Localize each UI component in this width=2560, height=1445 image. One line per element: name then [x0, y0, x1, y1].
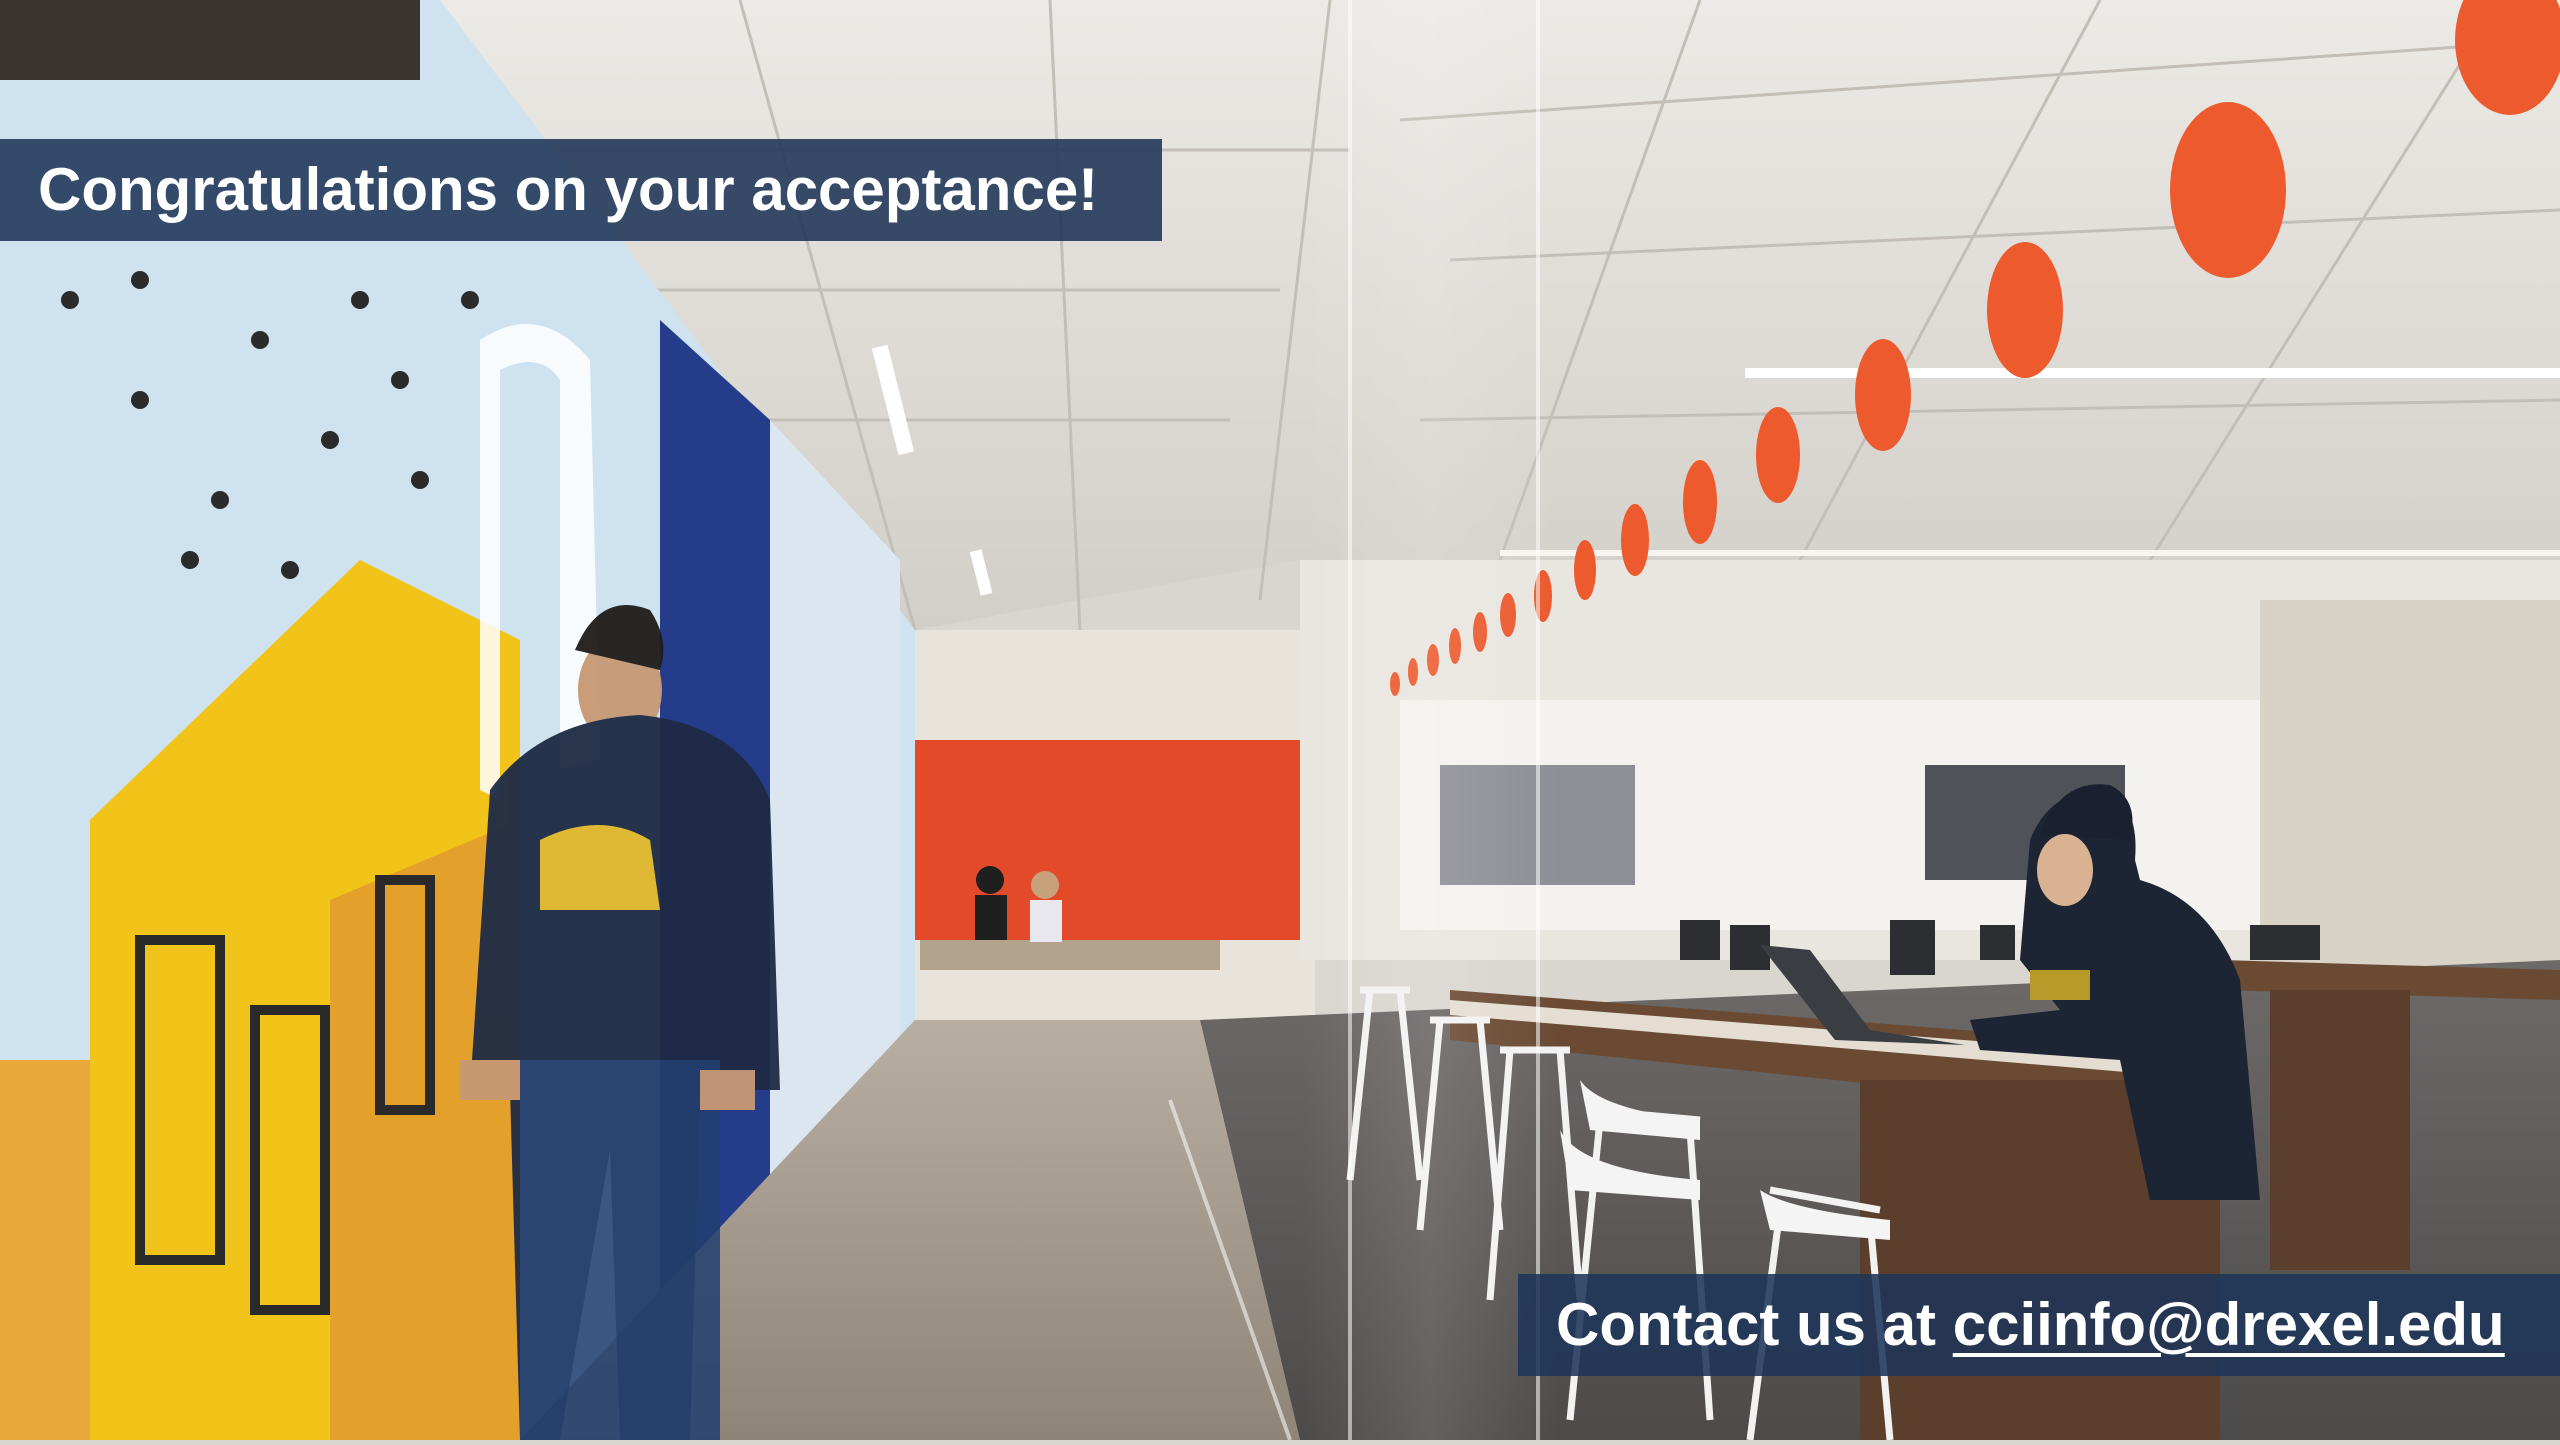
acceptance-message: Congratulations on your acceptance!	[38, 156, 1099, 223]
contact-prefix: Contact us at	[1556, 1291, 1953, 1358]
contact-email-link[interactable]: cciinfo@drexel.edu	[1953, 1291, 2505, 1358]
contact-banner: Contact us at cciinfo@drexel.edu	[1518, 1274, 2560, 1376]
acceptance-banner: Congratulations on your acceptance!	[0, 139, 1162, 241]
